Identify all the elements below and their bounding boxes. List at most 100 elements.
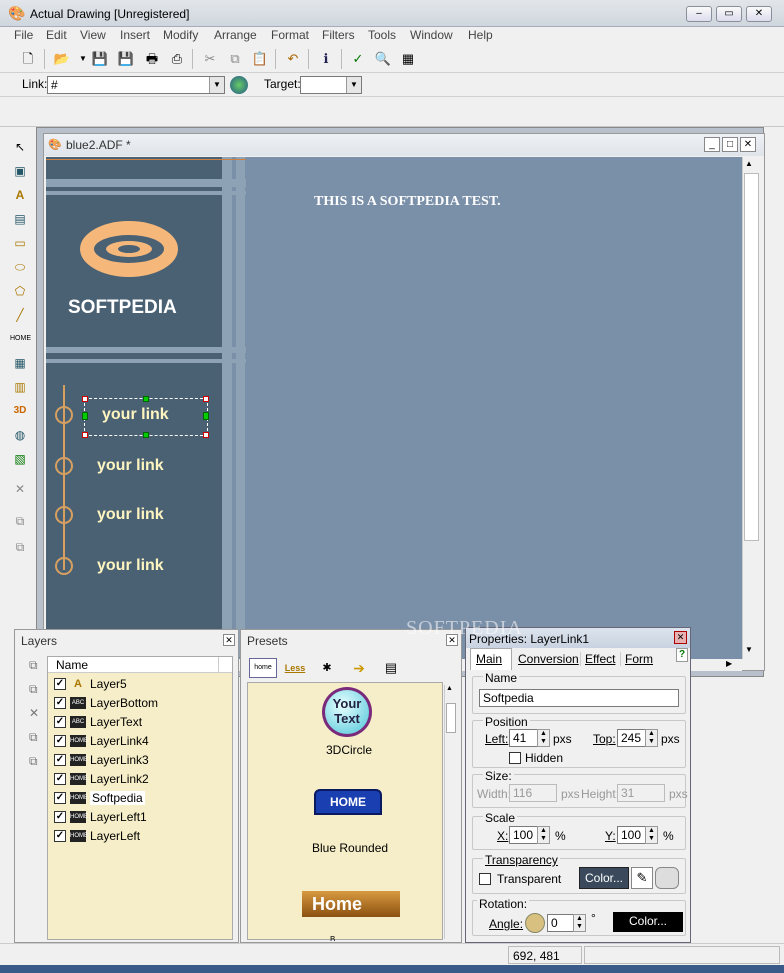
tab-main[interactable]: Main — [470, 648, 512, 670]
layer-visible-checkbox[interactable]: ✓ — [54, 811, 66, 823]
layers-close-icon[interactable]: ✕ — [223, 634, 235, 646]
send-backward-icon[interactable]: ⧉ — [10, 537, 30, 557]
scroll-right-icon[interactable]: ▶ — [726, 659, 732, 668]
3d-tool-icon[interactable]: 3D — [10, 401, 30, 421]
layer-row[interactable]: ✓ HOME LayerLeft1 — [48, 808, 233, 827]
globe-icon[interactable] — [230, 76, 248, 94]
spellcheck-icon[interactable]: ✓ — [348, 49, 368, 69]
preview-icon[interactable]: ▦ — [398, 49, 418, 69]
layer-visible-checkbox[interactable]: ✓ — [54, 773, 66, 785]
layer-delete-icon[interactable]: ✕ — [29, 706, 39, 720]
menu-edit[interactable]: Edit — [46, 28, 67, 42]
copy-icon[interactable]: ⧉ — [225, 49, 245, 69]
heading-text[interactable]: THIS IS A SOFTPEDIA TEST. — [314, 194, 501, 210]
web-tool-icon[interactable]: ◍ — [10, 425, 30, 445]
cut-icon[interactable]: ✂ — [200, 49, 220, 69]
textbox-tool-icon[interactable]: ▤ — [10, 209, 30, 229]
save-icon[interactable]: 💾 — [90, 49, 110, 69]
layer-row[interactable]: ✓ HOME LayerLink3 — [48, 751, 233, 770]
link-dropdown-icon[interactable]: ▼ — [209, 77, 224, 93]
layer-visible-checkbox[interactable]: ✓ — [54, 697, 66, 709]
nav-link[interactable]: your link — [102, 406, 169, 424]
picture-tool-icon[interactable]: ▧ — [10, 449, 30, 469]
angle-spinner[interactable]: ▲ ▼ — [573, 914, 586, 932]
info-icon[interactable]: ℹ — [316, 49, 336, 69]
layer-down-icon[interactable]: ⧉ — [29, 754, 38, 769]
undo-icon[interactable]: ↶ — [283, 49, 303, 69]
minimize-button[interactable]: – — [686, 6, 712, 22]
scale-x-spinner[interactable]: ▲ ▼ — [537, 826, 550, 844]
layer-row[interactable]: ✓ HOME LayerLink2 — [48, 770, 233, 789]
form-tool-icon[interactable]: ▦ — [10, 353, 30, 373]
layer-row[interactable]: ✓ HOME LayerLink4 — [48, 732, 233, 751]
layer-visible-checkbox[interactable]: ✓ — [54, 678, 66, 690]
target-select[interactable]: ▼ — [300, 76, 362, 94]
layer-visible-checkbox[interactable]: ✓ — [54, 830, 66, 842]
presets-scrollbar[interactable]: ▲ — [444, 685, 456, 939]
scroll-down-icon[interactable]: ▼ — [745, 645, 753, 654]
drawing-canvas[interactable]: SOFTPEDIA THIS IS A SOFTPEDIA TEST. your… — [46, 157, 742, 659]
publish-icon[interactable]: ⎙ — [167, 49, 187, 69]
preset-home-bronze[interactable]: Home — [302, 891, 400, 917]
menu-filters[interactable]: Filters — [322, 28, 355, 42]
layer-visible-checkbox[interactable]: ✓ — [54, 716, 66, 728]
layer-duplicate-icon[interactable]: ⧉ — [29, 682, 38, 697]
layer-row[interactable]: ✓ ABC LayerBottom — [48, 694, 233, 713]
paste-icon[interactable]: 📋 — [250, 49, 270, 69]
layer-row[interactable]: ✓ HOME LayerLeft — [48, 827, 233, 846]
eyedropper-icon[interactable]: ✎ — [631, 867, 653, 889]
line-tool-icon[interactable]: ╱ — [10, 305, 30, 325]
layer-add-icon[interactable]: ⧉ — [29, 658, 38, 673]
ellipse-tool-icon[interactable]: ⬭ — [10, 257, 30, 277]
help-button[interactable]: ? — [676, 648, 688, 662]
hidden-checkbox[interactable] — [509, 752, 521, 764]
find-icon[interactable]: 🔍 — [373, 49, 393, 69]
doc-maximize-button[interactable]: □ — [722, 137, 738, 152]
tab-effect[interactable]: Effect — [580, 652, 619, 666]
left-spinner[interactable]: ▲ ▼ — [537, 729, 550, 747]
layer-visible-checkbox[interactable]: ✓ — [54, 792, 66, 804]
delete-tool-icon[interactable]: ✕ — [10, 479, 30, 499]
scroll-thumb[interactable] — [744, 173, 759, 541]
preset-tab-form-icon[interactable]: ▤ — [377, 658, 405, 678]
link-input[interactable]: # ▼ — [47, 76, 225, 94]
layer-visible-checkbox[interactable]: ✓ — [54, 754, 66, 766]
nav-link[interactable]: your link — [97, 557, 164, 575]
tab-conversion[interactable]: Conversion — [514, 652, 583, 666]
scale-y-spinner[interactable]: ▲ ▼ — [645, 826, 658, 844]
menu-file[interactable]: File — [14, 28, 33, 42]
nav-link[interactable]: your link — [97, 457, 164, 475]
tab-form[interactable]: Form — [620, 652, 657, 666]
preset-tab-arrow-icon[interactable]: ➔ — [345, 658, 373, 678]
layer-visible-checkbox[interactable]: ✓ — [54, 735, 66, 747]
layer-row-selected[interactable]: ✓ HOME Softpedia — [48, 789, 233, 808]
preset-blue-rounded[interactable]: HOME — [314, 789, 382, 815]
menu-format[interactable]: Format — [271, 28, 309, 42]
preset-tab-text[interactable]: Less — [281, 658, 309, 678]
angle-dial-icon[interactable] — [525, 913, 545, 933]
image-tool-icon[interactable]: ▣ — [10, 161, 30, 181]
presets-scroll-up-icon[interactable]: ▲ — [446, 685, 453, 692]
open-folder-icon[interactable]: 📂 — [52, 49, 72, 69]
menu-window[interactable]: Window — [410, 28, 453, 42]
layer-row[interactable]: ✓ A Layer5 — [48, 675, 233, 694]
text-tool-icon[interactable]: A — [10, 185, 30, 205]
restore-button[interactable]: ▭ — [716, 6, 742, 22]
preset-tab-3d-icon[interactable]: ✱ — [313, 658, 341, 678]
presets-scroll-thumb[interactable] — [446, 703, 456, 733]
top-spinner[interactable]: ▲ ▼ — [645, 729, 658, 747]
doc-minimize-button[interactable]: _ — [704, 137, 720, 152]
target-dropdown-icon[interactable]: ▼ — [346, 77, 361, 93]
new-file-icon[interactable]: 🗋 — [18, 49, 38, 69]
menu-modify[interactable]: Modify — [163, 28, 198, 42]
transparent-checkbox[interactable] — [479, 873, 491, 885]
doc-close-button[interactable]: ✕ — [740, 137, 756, 152]
close-button[interactable]: ✕ — [746, 6, 772, 22]
preset-3dcircle[interactable]: Your Text — [322, 687, 372, 737]
layers-column-header[interactable]: Name — [56, 658, 88, 672]
menu-arrange[interactable]: Arrange — [214, 28, 257, 42]
print-icon[interactable]: 🖶 — [142, 49, 162, 69]
menu-view[interactable]: View — [80, 28, 106, 42]
scroll-up-icon[interactable]: ▲ — [745, 159, 753, 168]
rotation-color-button[interactable]: Color... — [613, 912, 683, 932]
